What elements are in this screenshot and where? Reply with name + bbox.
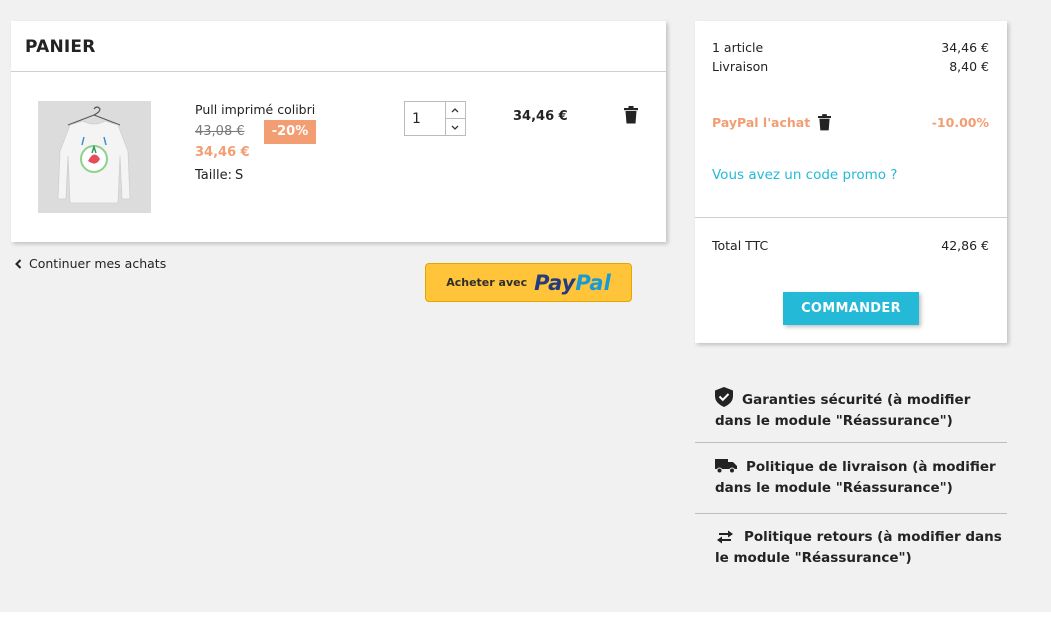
quantity-decrease-button[interactable] — [445, 119, 465, 136]
chevron-up-icon — [451, 107, 459, 112]
product-size-value: S — [234, 168, 244, 183]
promo-code-link[interactable]: Vous avez un code promo ? — [712, 167, 897, 183]
cart-panel: PANIER Pull imprimé colibri 43,08 € -20%… — [11, 21, 666, 242]
reassurance-divider — [695, 442, 1007, 443]
quantity-input[interactable]: 1 — [404, 101, 446, 136]
continue-shopping-label: Continuer mes achats — [29, 256, 167, 271]
paypal-discount-label: PayPal l'achat — [712, 115, 811, 130]
chevron-left-icon — [15, 258, 22, 269]
reassurance-item-security: Garanties sécurité (à modifier dans le m… — [695, 387, 1007, 432]
summary-shipping-label: Livraison — [712, 59, 769, 74]
summary-total-label: Total TTC — [712, 238, 769, 253]
summary-divider — [695, 217, 1007, 218]
summary-articles-row: 1 article 34,46 € — [712, 40, 989, 55]
truck-icon — [715, 459, 737, 474]
reassurance-returns-text: Politique retours (à modifier dans le mo… — [715, 529, 1002, 566]
chevron-down-icon — [451, 125, 459, 130]
reassurance-item-returns: Politique retours (à modifier dans le mo… — [695, 527, 1007, 569]
quantity-increase-button[interactable] — [445, 102, 465, 119]
paypal-checkout-button[interactable]: Acheter avec PayPal — [425, 263, 632, 302]
paypal-button-text: Acheter avec — [446, 276, 528, 289]
summary-shipping-value: 8,40 € — [949, 59, 989, 74]
trash-icon — [624, 106, 638, 124]
reassurance-security-text: Garanties sécurité (à modifier dans le m… — [715, 392, 971, 429]
summary-shipping-row: Livraison 8,40 € — [712, 59, 989, 74]
product-size: Taille: S — [195, 168, 243, 183]
summary-articles-value: 34,46 € — [941, 40, 989, 55]
checkout-button[interactable]: COMMANDER — [783, 292, 919, 325]
reassurance-divider — [695, 513, 1007, 514]
quantity-stepper[interactable] — [445, 101, 466, 136]
paypal-logo-pal: Pal — [575, 270, 611, 295]
product-size-label: Taille: — [195, 168, 232, 183]
product-regular-price: 43,08 € — [195, 124, 245, 139]
continue-shopping-link[interactable]: Continuer mes achats — [15, 256, 166, 271]
paypal-logo: PayPal — [534, 271, 611, 295]
product-name[interactable]: Pull imprimé colibri — [195, 102, 315, 117]
cart-title: PANIER — [25, 37, 96, 57]
paypal-discount-value: -10.00% — [931, 115, 989, 130]
paypal-logo-pay: Pay — [534, 270, 576, 295]
product-image[interactable] — [38, 101, 151, 213]
shield-check-icon — [715, 387, 733, 407]
product-price: 34,46 € — [195, 145, 250, 160]
discount-badge: -20% — [264, 120, 316, 144]
reassurance-shipping-text: Politique de livraison (à modifier dans … — [715, 459, 996, 496]
summary-total-value: 42,86 € — [941, 238, 989, 253]
cart-summary-panel: 1 article 34,46 € Livraison 8,40 € PayPa… — [695, 21, 1007, 343]
trash-icon[interactable] — [818, 114, 832, 131]
summary-articles-label: 1 article — [712, 40, 764, 55]
summary-total-row: Total TTC 42,86 € — [712, 238, 989, 253]
remove-item-button[interactable] — [624, 106, 638, 124]
swap-arrows-icon — [717, 530, 733, 544]
line-total: 34,46 € — [513, 109, 568, 124]
paypal-discount-row: PayPal l'achat -10.00% — [712, 114, 989, 131]
cart-divider — [11, 71, 666, 72]
reassurance-item-shipping: Politique de livraison (à modifier dans … — [695, 457, 1007, 499]
